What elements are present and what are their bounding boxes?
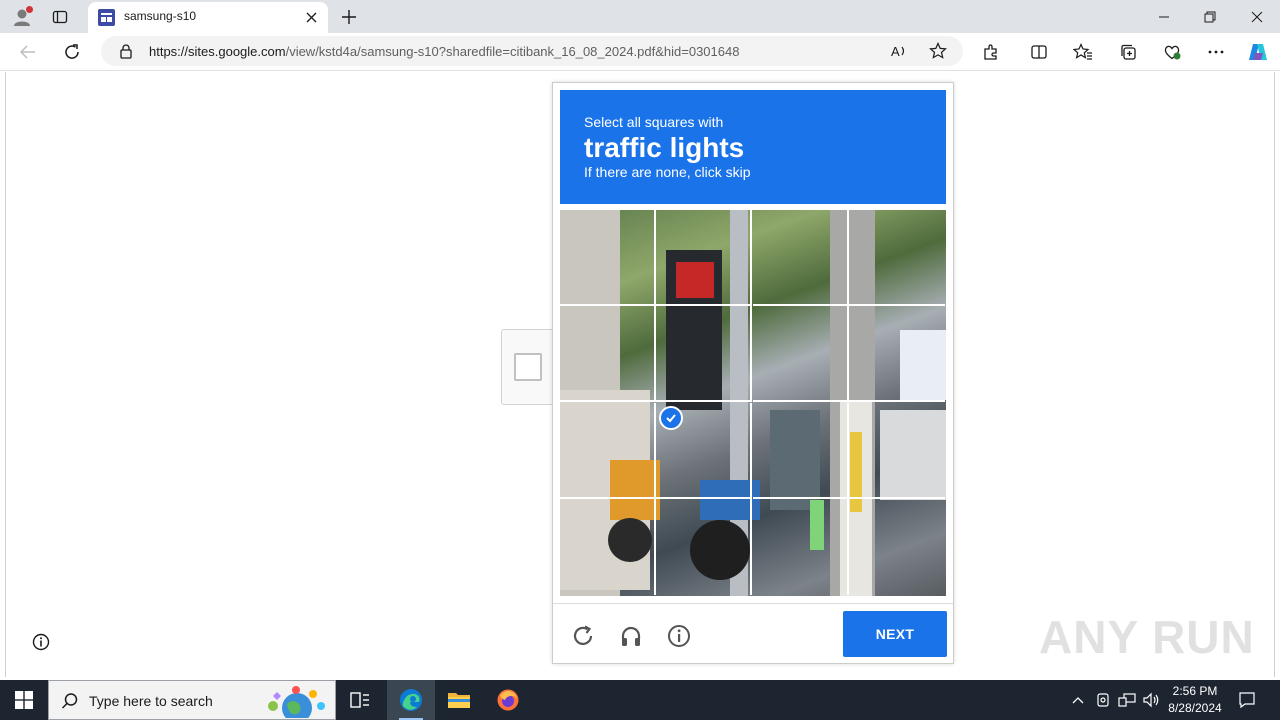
captcha-tile[interactable]: [560, 403, 656, 499]
captcha-footer: NEXT: [553, 603, 953, 663]
captcha-tile[interactable]: [560, 210, 656, 306]
captcha-tile[interactable]: [753, 210, 849, 306]
captcha-header: Select all squares with traffic lights I…: [560, 90, 946, 204]
url-text: https://sites.google.com/view/kstd4a/sam…: [149, 44, 740, 59]
info-icon[interactable]: [666, 623, 692, 649]
search-placeholder: Type here to search: [89, 693, 213, 709]
browser-essentials-icon[interactable]: [1160, 40, 1184, 64]
back-icon[interactable]: [16, 40, 40, 64]
firefox-icon[interactable]: [484, 680, 532, 720]
search-icon: [61, 693, 78, 709]
task-view-icon[interactable]: [336, 680, 384, 720]
file-explorer-icon[interactable]: [435, 680, 483, 720]
captcha-target: traffic lights: [584, 132, 745, 163]
reload-icon[interactable]: [570, 623, 596, 649]
captcha-tile[interactable]: [753, 499, 849, 595]
volume-icon[interactable]: [1141, 690, 1161, 710]
edge-taskbar-icon[interactable]: [387, 680, 435, 720]
google-sites-icon: [98, 9, 115, 26]
captcha-tile[interactable]: [849, 499, 945, 595]
browser-toolbar: https://sites.google.com/view/kstd4a/sam…: [0, 33, 1280, 71]
split-screen-icon[interactable]: [1027, 40, 1051, 64]
next-button[interactable]: NEXT: [843, 611, 947, 657]
captcha-tile[interactable]: [656, 499, 752, 595]
windows-taskbar: Type here to search 2:56 PM 8/28/2024: [0, 680, 1280, 720]
captcha-tile[interactable]: [656, 210, 752, 306]
show-hidden-icons-icon[interactable]: [1068, 690, 1088, 710]
captcha-tile[interactable]: [753, 306, 849, 402]
captcha-tile[interactable]: [849, 306, 945, 402]
favorite-icon[interactable]: [929, 42, 947, 60]
copilot-icon[interactable]: [1246, 40, 1270, 64]
tab-title: samsung-s10: [124, 9, 197, 23]
title-bar: samsung-s10: [0, 0, 1280, 33]
captcha-instruction: Select all squares with: [584, 114, 724, 130]
read-aloud-icon[interactable]: A: [890, 42, 908, 60]
recaptcha-checkbox[interactable]: [514, 353, 542, 381]
captcha-tile-selected[interactable]: [656, 403, 752, 499]
close-icon[interactable]: [1234, 0, 1280, 33]
more-icon[interactable]: [1204, 40, 1228, 64]
new-tab-icon[interactable]: [338, 6, 360, 28]
checkmark-icon: [659, 406, 683, 430]
recaptcha-checkbox-card: [501, 329, 557, 405]
refresh-icon[interactable]: [60, 40, 84, 64]
taskbar-clock[interactable]: 2:56 PM 8/28/2024: [1162, 683, 1228, 717]
captcha-challenge: Select all squares with traffic lights I…: [552, 82, 954, 664]
site-info-icon[interactable]: [32, 633, 50, 651]
favorites-icon[interactable]: [1071, 40, 1095, 64]
audio-challenge-icon[interactable]: [618, 623, 644, 649]
captcha-tile[interactable]: [560, 499, 656, 595]
search-highlight-globe-icon: [268, 686, 325, 718]
profile-icon[interactable]: [10, 5, 34, 29]
tab-actions-icon[interactable]: [50, 7, 70, 27]
collections-icon[interactable]: [1116, 40, 1140, 64]
captcha-tile[interactable]: [753, 403, 849, 499]
notifications-icon[interactable]: [1236, 689, 1258, 711]
browser-tab[interactable]: samsung-s10: [88, 2, 328, 33]
page-content: Select all squares with traffic lights I…: [5, 72, 1275, 677]
close-tab-icon[interactable]: [302, 8, 320, 26]
clock-time: 2:56 PM: [1172, 684, 1218, 698]
network-icon[interactable]: [1117, 690, 1137, 710]
extensions-icon[interactable]: [979, 40, 1003, 64]
clock-date: 8/28/2024: [1168, 701, 1222, 715]
captcha-tile[interactable]: [849, 403, 945, 499]
svg-text:A: A: [891, 44, 900, 59]
taskbar-search[interactable]: Type here to search: [48, 680, 336, 720]
lock-icon[interactable]: [118, 43, 134, 59]
minimize-icon[interactable]: [1141, 0, 1187, 33]
device-icon[interactable]: [1093, 690, 1113, 710]
captcha-image-grid: [560, 210, 946, 596]
windows-start-icon[interactable]: [0, 680, 48, 720]
captcha-tile[interactable]: [656, 306, 752, 402]
captcha-skip-hint: If there are none, click skip: [584, 164, 751, 180]
restore-icon[interactable]: [1187, 0, 1233, 33]
captcha-tile[interactable]: [849, 210, 945, 306]
address-bar[interactable]: https://sites.google.com/view/kstd4a/sam…: [101, 36, 963, 66]
captcha-tile[interactable]: [560, 306, 656, 402]
anyrun-watermark: ANY RUN: [1039, 611, 1255, 663]
